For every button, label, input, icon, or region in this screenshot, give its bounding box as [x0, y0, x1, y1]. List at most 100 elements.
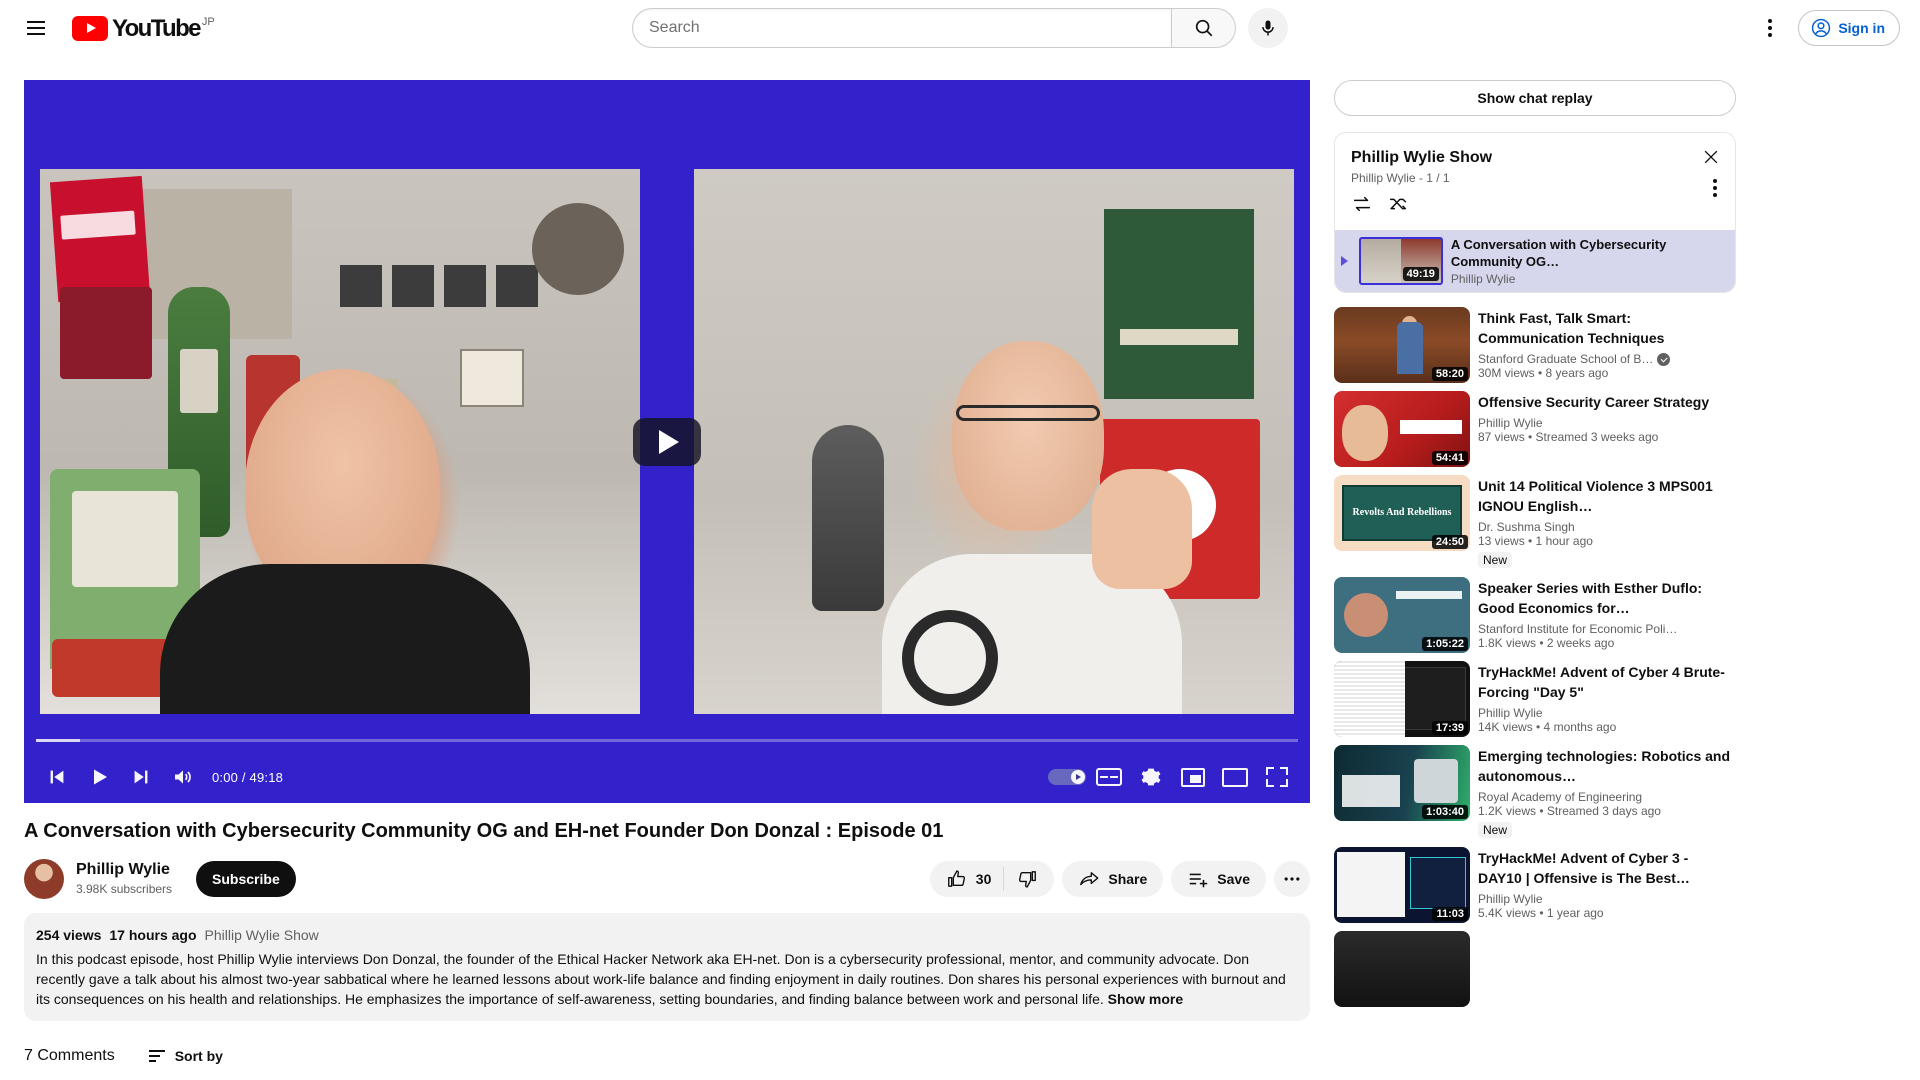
video-left-speaker — [40, 169, 640, 714]
video-right-speaker — [694, 169, 1294, 714]
speaker-two-head — [952, 341, 1104, 531]
video-player[interactable]: 0:00 / 49:18 — [24, 80, 1310, 803]
channel-avatar[interactable] — [24, 859, 64, 899]
channel-name[interactable]: Phillip Wylie — [76, 860, 172, 880]
description-meta: 254 views 17 hours ago Phillip Wylie Sho… — [36, 925, 1298, 945]
scene-square-3 — [444, 265, 486, 307]
suggestion-info: Think Fast, Talk Smart: Communication Te… — [1478, 307, 1736, 383]
video-description[interactable]: 254 views 17 hours ago Phillip Wylie Sho… — [24, 913, 1310, 1021]
more-vertical-icon[interactable] — [1750, 8, 1790, 48]
scene-poster-green — [1104, 209, 1254, 399]
owner-text: Phillip Wylie 3.98K subscribers — [76, 860, 172, 898]
suggestion-channel: Phillip Wylie — [1478, 892, 1543, 906]
play-icon — [94, 769, 107, 785]
list-item[interactable] — [1334, 931, 1736, 1007]
show-more-button[interactable]: Show more — [1108, 991, 1183, 1007]
playlist-item-thumbnail: 49:19 — [1358, 237, 1443, 285]
video-actions: 30 Share Save — [929, 861, 1310, 897]
fullscreen-button[interactable] — [1256, 756, 1298, 798]
subscriber-count: 3.98K subscribers — [76, 882, 173, 896]
list-item[interactable]: 11:03 TryHackMe! Advent of Cyber 3 - DAY… — [1334, 847, 1736, 923]
like-count: 30 — [975, 871, 992, 887]
suggestion-thumbnail: Revolts And Rebellions 24:50 — [1334, 475, 1470, 551]
sign-in-button[interactable]: Sign in — [1798, 10, 1900, 46]
description-playlist-tag[interactable]: Phillip Wylie Show — [205, 925, 319, 945]
suggestion-info: Offensive Security Career Strategy Phill… — [1478, 391, 1709, 467]
playlist-controls — [1351, 193, 1719, 220]
sort-comments-button[interactable]: Sort by — [148, 1048, 223, 1064]
sort-icon — [148, 1050, 165, 1062]
volume-button[interactable] — [162, 756, 204, 798]
show-chat-replay-button[interactable]: Show chat replay — [1334, 80, 1736, 116]
list-item[interactable]: 1:05:22 Speaker Series with Esther Duflo… — [1334, 577, 1736, 653]
search-box[interactable] — [632, 8, 1172, 48]
suggestion-title: Speaker Series with Esther Duflo: Good E… — [1478, 580, 1703, 616]
suggestion-thumbnail — [1334, 931, 1470, 1007]
suggestion-channel: Dr. Sushma Singh — [1478, 520, 1575, 534]
suggestion-duration: 17:39 — [1431, 721, 1468, 735]
comment-count: 7 Comments — [24, 1047, 115, 1064]
gear-icon — [1141, 768, 1161, 786]
like-button[interactable]: 30 — [946, 868, 992, 890]
suggestion-duration: 58:20 — [1431, 367, 1468, 381]
suggestion-stats: 1.2K views • Streamed 3 days ago — [1478, 804, 1661, 818]
dislike-button[interactable] — [1016, 868, 1038, 890]
scene-headphones — [902, 610, 998, 706]
previous-button[interactable] — [36, 756, 78, 798]
subscribe-button[interactable]: Subscribe — [196, 861, 296, 897]
next-icon — [134, 770, 148, 784]
list-item[interactable]: 58:20 Think Fast, Talk Smart: Communicat… — [1334, 307, 1736, 383]
miniplayer-button[interactable] — [1172, 756, 1214, 798]
suggestion-stats: 30M views • 8 years ago — [1478, 366, 1609, 380]
settings-button[interactable] — [1130, 756, 1172, 798]
playlist-header: Phillip Wylie Show Phillip Wylie - 1 / 1 — [1335, 133, 1735, 230]
next-button[interactable] — [120, 756, 162, 798]
center-play-button[interactable] — [633, 417, 701, 466]
suggestion-thumbnail: 11:03 — [1334, 847, 1470, 923]
youtube-logo[interactable]: YouTube JP — [72, 15, 215, 41]
primary-column: 0:00 / 49:18 A Conversation with Cyberse… — [24, 80, 1310, 1080]
suggestion-thumbnail: 1:05:22 — [1334, 577, 1470, 653]
like-dislike-group: 30 — [929, 861, 1055, 897]
playlist-item-active[interactable]: 49:19 A Conversation with Cybersecurity … — [1335, 230, 1735, 292]
voice-search-button[interactable] — [1248, 8, 1288, 48]
save-button[interactable]: Save — [1171, 861, 1266, 897]
suggestion-title: Offensive Security Career Strategy — [1478, 394, 1710, 410]
suggestion-channel-row: Dr. Sushma Singh — [1478, 520, 1736, 534]
scene-square-4 — [496, 265, 538, 307]
suggestion-title: TryHackMe! Advent of Cyber 4 Brute-Forci… — [1478, 664, 1725, 700]
playlist-panel: Phillip Wylie Show Phillip Wylie - 1 / 1 — [1334, 132, 1736, 293]
suggestion-channel: Phillip Wylie — [1478, 416, 1543, 430]
playlist-more-icon[interactable] — [1713, 179, 1717, 197]
playlist-item-title: A Conversation with Cybersecurity Commun… — [1450, 237, 1667, 269]
hamburger-menu-icon[interactable] — [16, 8, 56, 48]
scene-gear — [532, 203, 624, 295]
shuffle-icon[interactable] — [1387, 193, 1409, 220]
search-form — [632, 8, 1236, 48]
close-icon[interactable] — [1701, 147, 1721, 172]
suggestion-duration: 11:03 — [1432, 907, 1468, 921]
list-item[interactable]: 54:41 Offensive Security Career Strategy… — [1334, 391, 1736, 467]
action-divider — [1003, 867, 1005, 891]
suggestion-info: Emerging technologies: Robotics and auto… — [1478, 745, 1736, 839]
suggestion-duration: 54:41 — [1431, 451, 1468, 465]
page-body: 0:00 / 49:18 A Conversation with Cyberse… — [0, 56, 1920, 1080]
more-actions-button[interactable] — [1274, 861, 1310, 897]
save-label: Save — [1217, 871, 1250, 887]
play-button[interactable] — [78, 756, 120, 798]
autoplay-toggle[interactable] — [1046, 756, 1088, 798]
list-item[interactable]: Revolts And Rebellions 24:50 Unit 14 Pol… — [1334, 475, 1736, 569]
search-icon — [1195, 19, 1212, 37]
progress-bar[interactable] — [36, 739, 1298, 742]
speaker-one-body — [160, 564, 530, 714]
list-item[interactable]: 17:39 TryHackMe! Advent of Cyber 4 Brute… — [1334, 661, 1736, 737]
search-button[interactable] — [1172, 8, 1236, 48]
masthead: YouTube JP Search Sign in — [0, 0, 1920, 56]
loop-icon[interactable] — [1351, 193, 1373, 220]
search-input[interactable] — [649, 19, 1155, 37]
list-item[interactable]: 1:03:40 Emerging technologies: Robotics … — [1334, 745, 1736, 839]
theater-button[interactable] — [1214, 756, 1256, 798]
scene-redbox — [52, 639, 172, 697]
subtitles-button[interactable] — [1088, 756, 1130, 798]
share-button[interactable]: Share — [1062, 861, 1164, 897]
